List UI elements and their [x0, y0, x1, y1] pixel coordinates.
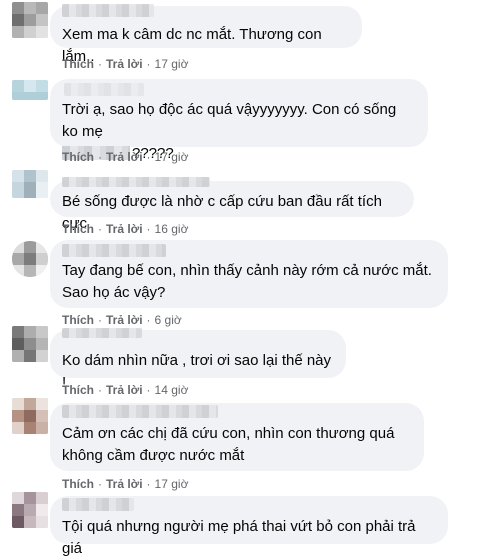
comment-actions: Thích · Trả lời · 17 giờ: [62, 476, 188, 492]
comment-actions: Thích · Trả lời · 17 giờ: [62, 149, 188, 165]
separator: ·: [98, 57, 102, 71]
separator: ·: [98, 477, 102, 491]
comment-time[interactable]: 14 giờ: [155, 383, 189, 397]
separator: ·: [146, 477, 151, 491]
avatar[interactable]: [12, 326, 48, 362]
comment-bubble: Cảm ơn các chị đã cứu con, nhìn con thươ…: [50, 403, 424, 471]
comment-text: Tay đang bế con, nhìn thấy cảnh này rớm …: [62, 262, 432, 301]
avatar[interactable]: [12, 2, 48, 38]
comment-bubble: Tội quá nhưng người mẹ phá thai vứt bỏ c…: [50, 496, 448, 557]
commenter-name[interactable]: [62, 405, 218, 418]
avatar[interactable]: [12, 170, 48, 198]
like-button[interactable]: Thích: [62, 313, 94, 327]
comment-text: Tội quá nhưng người mẹ phá thai vứt bỏ c…: [62, 518, 416, 557]
separator: ·: [98, 383, 102, 397]
comment-time[interactable]: 16 giờ: [155, 222, 189, 236]
comment-text-main: Trời ạ, sao họ độc ác quá vậyyyyyyy. Con…: [62, 101, 397, 140]
comment-time[interactable]: 17 giờ: [155, 150, 189, 164]
separator: ·: [98, 313, 102, 327]
commenter-name[interactable]: [62, 244, 166, 257]
separator: ·: [146, 313, 151, 327]
comment-bubble: Xem ma k câm dc nc mắt. Thương con lắm .: [50, 4, 362, 65]
reply-button[interactable]: Trả lời: [106, 383, 143, 397]
like-button[interactable]: Thích: [62, 383, 94, 397]
separator: ·: [146, 222, 151, 236]
avatar[interactable]: [12, 398, 48, 434]
comment-actions: Thích · Trả lời · 16 giờ: [62, 221, 188, 237]
separator: ·: [146, 383, 151, 397]
commenter-name[interactable]: [62, 177, 210, 187]
like-button[interactable]: Thích: [62, 150, 94, 164]
commenter-name[interactable]: [62, 498, 134, 511]
separator: ·: [98, 222, 102, 236]
reply-button[interactable]: Trả lời: [106, 222, 143, 236]
like-button[interactable]: Thích: [62, 222, 94, 236]
comment-bubble: Trời ạ, sao họ độc ác quá vậyyyyyyy. Con…: [50, 79, 428, 162]
commenter-name[interactable]: [64, 83, 144, 96]
comment-text: Cảm ơn các chị đã cứu con, nhìn con thươ…: [62, 425, 395, 464]
comment-time[interactable]: 17 giờ: [155, 477, 189, 491]
reply-button[interactable]: Trả lời: [106, 477, 143, 491]
avatar[interactable]: [12, 80, 48, 100]
reply-button[interactable]: Trả lời: [106, 57, 143, 71]
separator: ·: [146, 150, 151, 164]
reply-button[interactable]: Trả lời: [106, 150, 143, 164]
commenter-name[interactable]: [62, 328, 142, 338]
separator: ·: [146, 57, 151, 71]
like-button[interactable]: Thích: [62, 57, 94, 71]
comment-bubble: Ko dám nhìn nữa , trơi ơi sao lại thế nà…: [50, 328, 346, 391]
comment-bubble: Bé sống được là nhờ c cấp cứu ban đầu rấ…: [50, 177, 414, 232]
comment-time[interactable]: 6 giờ: [155, 313, 182, 327]
reply-button[interactable]: Trả lời: [106, 313, 143, 327]
comment-actions: Thích · Trả lời · 6 giờ: [62, 312, 182, 328]
comment-time[interactable]: 17 giờ: [155, 57, 189, 71]
avatar[interactable]: [12, 492, 48, 528]
comment-actions: Thích · Trả lời · 17 giờ: [62, 56, 188, 72]
like-button[interactable]: Thích: [62, 477, 94, 491]
comment-actions: Thích · Trả lời · 14 giờ: [62, 382, 188, 398]
comment-bubble: Tay đang bế con, nhìn thấy cảnh này rớm …: [50, 240, 448, 308]
commenter-name[interactable]: [62, 4, 154, 17]
avatar[interactable]: [12, 241, 48, 277]
separator: ·: [98, 150, 102, 164]
